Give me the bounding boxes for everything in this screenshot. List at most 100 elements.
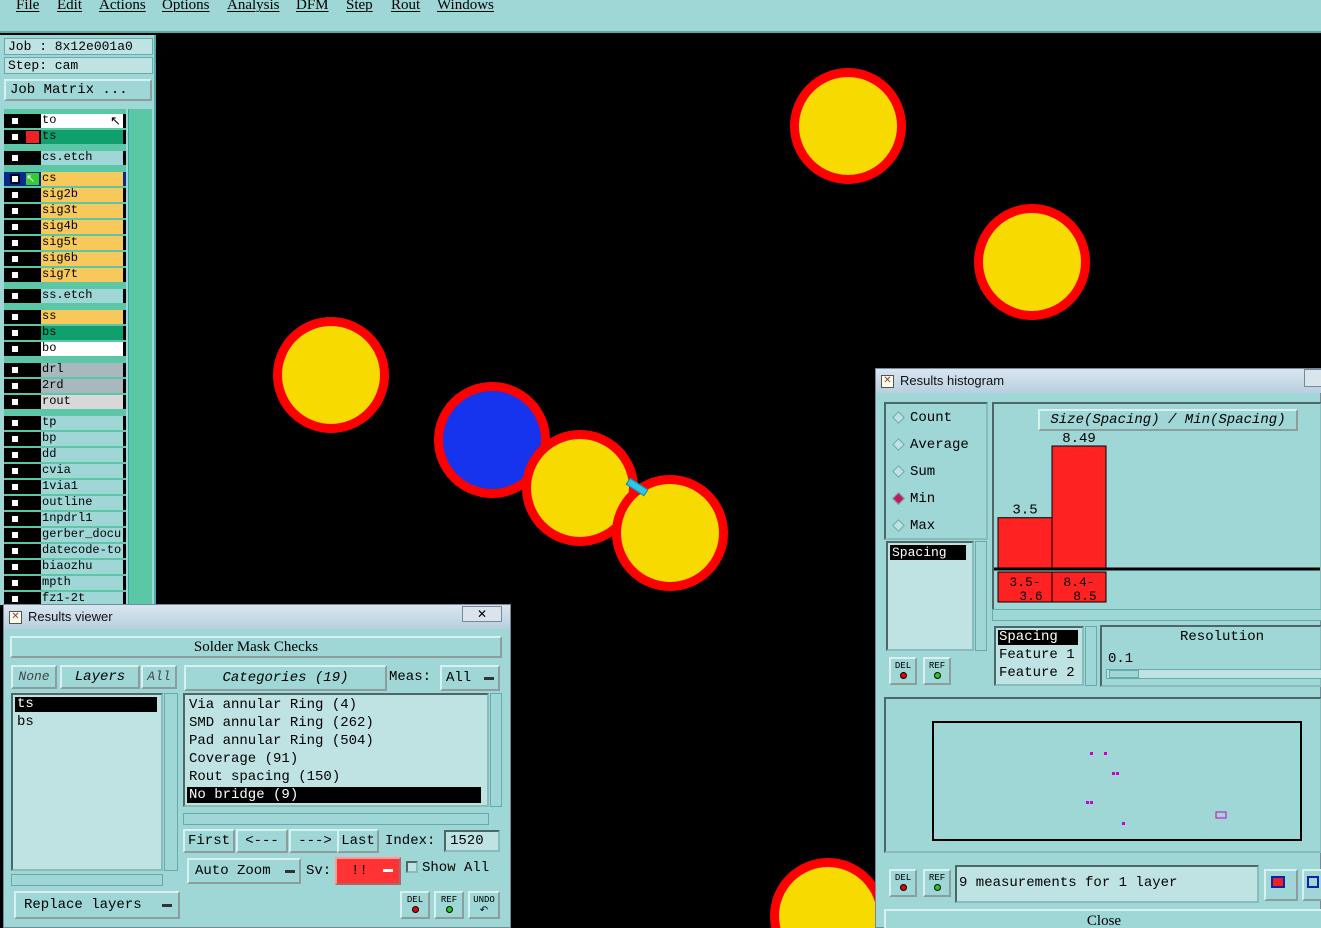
preview-del-button[interactable]: DEL	[889, 869, 917, 897]
layer-checkbox[interactable]	[10, 450, 20, 460]
job-matrix-button[interactable]: Job Matrix ...	[4, 79, 152, 101]
layer-color-swatch[interactable]	[26, 396, 39, 408]
layer-checkbox[interactable]	[10, 578, 20, 588]
layer-row-gerber_docu[interactable]: gerber_docu	[4, 528, 126, 542]
layer-row-sig6b[interactable]: sig6b	[4, 252, 126, 266]
layer-list-scrollbar[interactable]	[128, 109, 152, 605]
layer-color-swatch[interactable]	[26, 561, 39, 573]
layer-row-to[interactable]: to ↖	[4, 114, 126, 128]
layer-row-cvia[interactable]: cvia	[4, 464, 126, 478]
histogram-ref-button[interactable]: REF	[923, 657, 951, 685]
layer-color-swatch[interactable]	[26, 290, 39, 302]
auto-zoom-dropdown[interactable]: Auto Zoom	[187, 858, 301, 884]
measurement-preview[interactable]	[932, 721, 1302, 841]
menu-dfm[interactable]: DFM	[296, 0, 329, 14]
all-layers-button[interactable]: All	[141, 665, 177, 689]
layer-row-bo[interactable]: bo	[4, 342, 126, 356]
histogram-hscrollbar[interactable]	[992, 609, 1321, 621]
layer-color-swatch[interactable]	[26, 529, 39, 541]
layer-row-ss.etch[interactable]: ss.etch	[4, 289, 126, 303]
close-window-button[interactable]: ✕	[462, 606, 502, 622]
option-average[interactable]: Average	[892, 435, 988, 455]
category-item[interactable]: SMD annular Ring (262)	[187, 715, 481, 731]
category-item[interactable]: No bridge (9)	[187, 787, 481, 803]
layer-color-swatch[interactable]	[26, 513, 39, 525]
layer-list-hscrollbar[interactable]	[11, 874, 163, 886]
menu-edit[interactable]: Edit	[57, 0, 82, 14]
undo-button[interactable]: UNDO ↶	[468, 891, 500, 919]
category-list-hscrollbar[interactable]	[183, 813, 489, 825]
layer-checkbox[interactable]	[10, 254, 20, 264]
layer-color-swatch[interactable]	[26, 380, 39, 392]
layer-checkbox[interactable]	[10, 312, 20, 322]
meas-dropdown[interactable]: All	[440, 665, 500, 691]
layer-checkbox[interactable]	[10, 381, 20, 391]
radio-diamond-icon[interactable]	[892, 519, 905, 532]
menu-step[interactable]: Step	[346, 0, 373, 14]
layer-row-cs[interactable]: ↖ cs	[4, 172, 126, 186]
option-count[interactable]: Count	[892, 408, 988, 428]
layer-color-swatch[interactable]	[26, 253, 39, 265]
layers-button[interactable]: Layers	[60, 665, 140, 689]
layer-work-indicator[interactable]	[26, 131, 39, 143]
layer-checkbox[interactable]	[10, 482, 20, 492]
preview-ref-button[interactable]: REF	[923, 869, 951, 897]
layer-color-swatch[interactable]	[26, 577, 39, 589]
category-item[interactable]: Pad annular Ring (504)	[187, 733, 481, 749]
none-button[interactable]: None	[11, 665, 57, 689]
layer-color-swatch[interactable]	[26, 449, 39, 461]
show-all-checkbox[interactable]	[406, 861, 418, 873]
last-button[interactable]: Last	[337, 829, 379, 853]
layer-color-swatch[interactable]	[26, 205, 39, 217]
layer-checkbox[interactable]	[10, 365, 20, 375]
layer-row-mpth[interactable]: mpth	[4, 576, 126, 590]
layer-row-bs[interactable]: bs	[4, 326, 126, 340]
histogram-measure-list[interactable]: Spacing	[886, 541, 974, 651]
layer-checkbox[interactable]	[10, 238, 20, 248]
layer-row-bp[interactable]: bp	[4, 432, 126, 446]
prev-button[interactable]: <---	[236, 829, 288, 853]
layer-row-biaozhu[interactable]: biaozhu	[4, 560, 126, 574]
layer-color-swatch[interactable]	[26, 433, 39, 445]
option-max[interactable]: Max	[892, 516, 988, 536]
layer-result-list[interactable]: ts bs	[11, 693, 163, 871]
index-input[interactable]: 1520	[444, 830, 500, 852]
categories-button[interactable]: Categories (19)	[184, 665, 387, 691]
feature-list-item[interactable]: Feature 1	[998, 648, 1078, 663]
histogram-del-button[interactable]: DEL	[889, 657, 917, 685]
menu-actions[interactable]: Actions	[99, 0, 146, 14]
layer-row-rout[interactable]: rout	[4, 395, 126, 409]
layer-checkbox[interactable]	[10, 530, 20, 540]
layer-checkbox[interactable]	[10, 222, 20, 232]
layer-color-swatch[interactable]	[26, 311, 39, 323]
option-sum[interactable]: Sum	[892, 462, 988, 482]
layer-row-2rd[interactable]: 2rd	[4, 379, 126, 393]
layer-row-ts[interactable]: ts	[4, 130, 126, 144]
layer-color-swatch[interactable]	[26, 327, 39, 339]
layer-color-swatch[interactable]	[26, 497, 39, 509]
category-item[interactable]: Via annular Ring (4)	[187, 697, 481, 713]
layer-color-swatch[interactable]	[26, 545, 39, 557]
layer-color-swatch[interactable]	[26, 364, 39, 376]
category-item[interactable]: Rout spacing (150)	[187, 769, 481, 785]
layer-checkbox[interactable]	[10, 270, 20, 280]
next-button[interactable]: --->	[289, 829, 341, 853]
measure-list-scrollbar[interactable]	[975, 541, 987, 651]
layer-color-swatch[interactable]	[26, 221, 39, 233]
measure-item-spacing[interactable]: Spacing	[890, 545, 966, 560]
category-item[interactable]: Coverage (91)	[187, 751, 481, 767]
layer-row-tp[interactable]: tp	[4, 416, 126, 430]
menu-rout[interactable]: Rout	[391, 0, 420, 14]
layer-checkbox[interactable]	[10, 562, 20, 572]
layer-row-ss[interactable]: ss	[4, 310, 126, 324]
layer-row-sig5t[interactable]: sig5t	[4, 236, 126, 250]
layer-item-bs[interactable]: bs	[15, 715, 157, 730]
layer-row-cs.etch[interactable]: cs.etch	[4, 151, 126, 165]
layer-checkbox[interactable]	[10, 498, 20, 508]
first-button[interactable]: First	[183, 829, 235, 853]
menu-windows[interactable]: Windows	[437, 0, 494, 14]
window-control-button[interactable]	[1304, 369, 1321, 387]
layer-color-swatch[interactable]	[26, 481, 39, 493]
layer-checkbox[interactable]	[10, 434, 20, 444]
radio-diamond-icon[interactable]	[892, 411, 905, 424]
